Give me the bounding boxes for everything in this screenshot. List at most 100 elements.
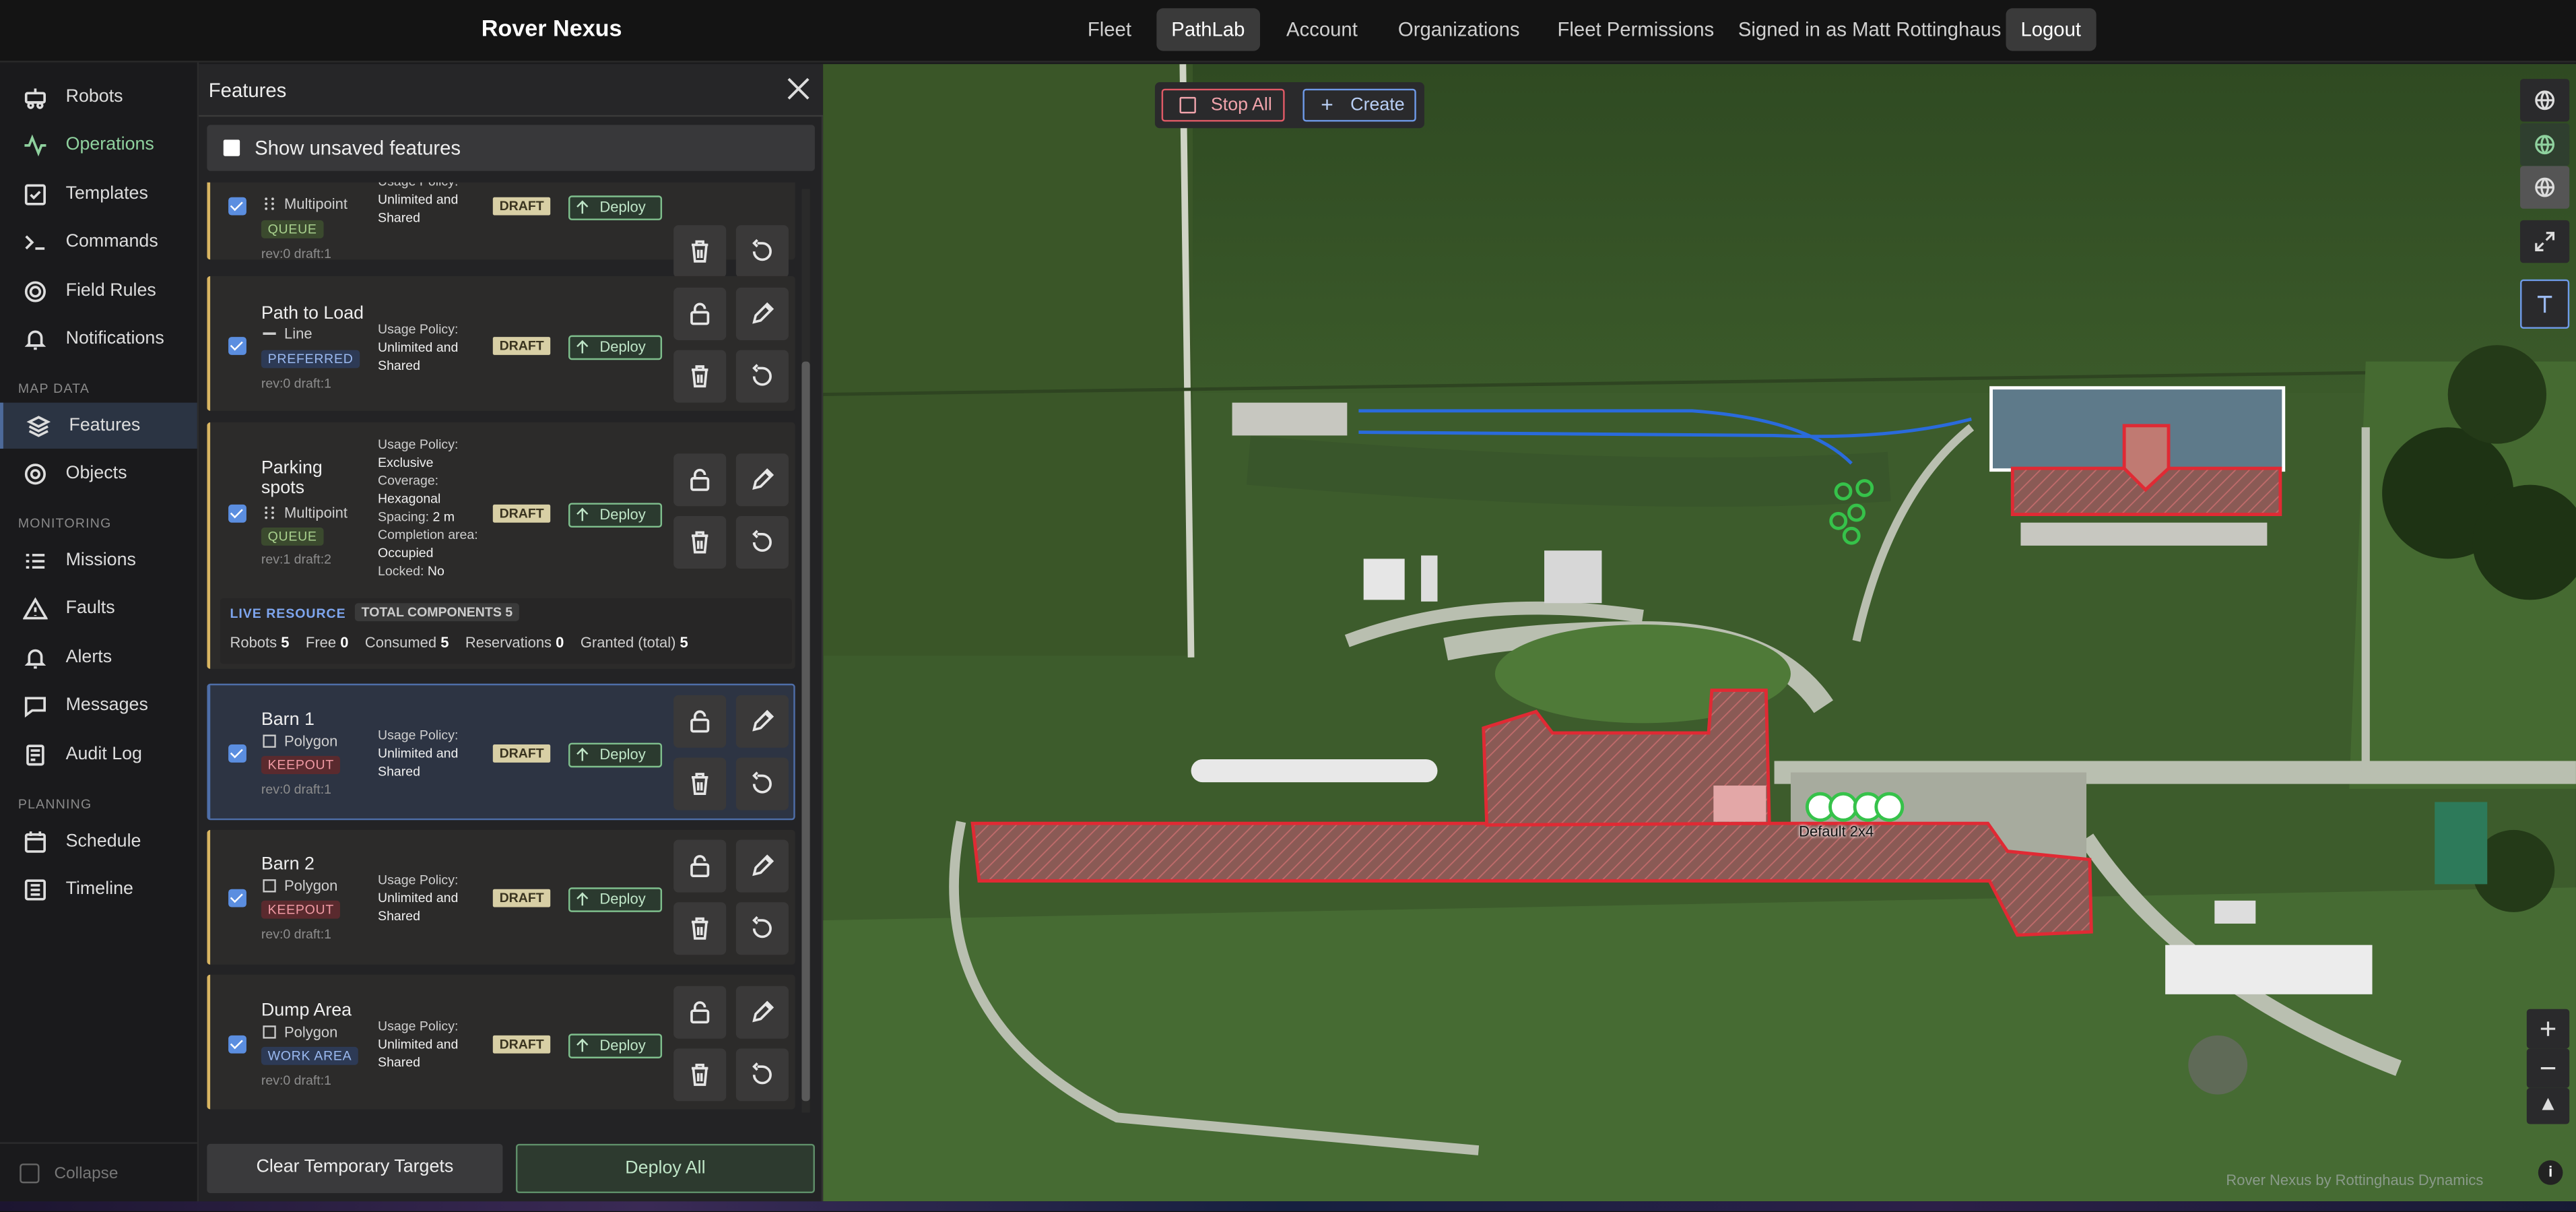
feature-list-scrollbar[interactable] <box>801 189 810 1113</box>
feature-checkbox[interactable] <box>228 744 246 763</box>
deploy-button[interactable]: Deploy <box>568 335 663 360</box>
map-view[interactable]: Default 2x4 <box>823 64 2576 1202</box>
nav-fleet[interactable]: Fleet <box>1073 8 1146 51</box>
show-unsaved-toggle[interactable]: Show unsaved features <box>207 125 815 171</box>
lock-button[interactable] <box>673 986 727 1039</box>
revert-button[interactable] <box>735 757 789 810</box>
show-unsaved-checkbox[interactable] <box>223 139 240 156</box>
lock-button[interactable] <box>673 287 727 340</box>
feature-checkbox[interactable] <box>228 337 246 355</box>
delete-button[interactable] <box>673 902 727 955</box>
log-icon <box>22 741 48 767</box>
compass-button[interactable] <box>2526 1087 2570 1124</box>
edit-button[interactable] <box>735 453 789 507</box>
revert-button[interactable] <box>735 902 789 955</box>
revert-button[interactable] <box>735 1048 789 1102</box>
lock-button[interactable] <box>673 695 727 748</box>
unlock-icon <box>690 302 710 325</box>
satellite-layer-button[interactable] <box>2520 123 2570 166</box>
collapse-button[interactable]: Collapse <box>20 1163 118 1184</box>
edit-button[interactable] <box>735 986 789 1039</box>
sidebar-item-label: Timeline <box>65 879 134 899</box>
features-panel: Features Show unsaved features Multipoin… <box>199 64 824 1202</box>
polygon-icon <box>263 879 276 893</box>
feature-name: Parking spots <box>261 458 323 499</box>
feature-card-4[interactable]: Barn 2 Polygon KEEPOUT rev:0 draft:1 Usa… <box>207 829 795 965</box>
sidebar-item-templates[interactable]: Templates <box>0 171 197 217</box>
sidebar-item-alerts[interactable]: Alerts <box>0 635 197 680</box>
stop-all-button[interactable]: Stop All <box>1161 88 1285 122</box>
trash-icon <box>691 365 708 388</box>
bell-icon <box>22 325 48 352</box>
delete-button[interactable] <box>673 225 727 278</box>
zoom-out-button[interactable] <box>2526 1048 2570 1088</box>
delete-button[interactable] <box>673 1048 727 1102</box>
usage-value: Unlimited and Shared <box>378 746 459 779</box>
feature-card-0[interactable]: Multipoint QUEUE rev:0 draft:1 Usage Pol… <box>207 182 795 278</box>
deploy-button[interactable]: Deploy <box>568 1033 663 1058</box>
usage-value: Unlimited and Shared <box>378 340 459 373</box>
sidebar-item-missions[interactable]: Missions <box>0 538 197 583</box>
revert-button[interactable] <box>735 350 789 403</box>
lock-button[interactable] <box>673 839 727 893</box>
info-icon[interactable]: i <box>2538 1160 2563 1185</box>
trash-icon <box>691 917 708 940</box>
sidebar-item-operations[interactable]: Operations <box>0 122 197 168</box>
sidebar-item-field-rules[interactable]: Field Rules <box>0 268 197 314</box>
sidebar-item-audit-log[interactable]: Audit Log <box>0 732 197 777</box>
sidebar-item-commands[interactable]: Commands <box>0 218 197 264</box>
revert-button[interactable] <box>735 225 789 278</box>
terrain-layer-button[interactable] <box>2520 166 2570 209</box>
feature-rev: rev:0 draft:1 <box>261 1073 331 1088</box>
sidebar-item-messages[interactable]: Messages <box>0 682 197 728</box>
lock-button[interactable] <box>673 453 727 507</box>
edit-button[interactable] <box>735 839 789 893</box>
nav-organizations[interactable]: Organizations <box>1383 8 1535 51</box>
feature-card-1[interactable]: Path to Load Line PREFERRED rev:0 draft:… <box>207 276 795 411</box>
feature-checkbox[interactable] <box>228 197 246 216</box>
delete-button[interactable] <box>673 757 727 810</box>
fullscreen-button[interactable] <box>2520 220 2570 263</box>
clear-temporary-targets-button[interactable]: Clear Temporary Targets <box>207 1143 503 1194</box>
feature-checkbox[interactable] <box>228 1035 246 1054</box>
scrollbar-thumb[interactable] <box>801 361 810 1102</box>
nav-account[interactable]: Account <box>1272 8 1373 51</box>
sidebar-item-robots[interactable]: Robots <box>0 74 197 120</box>
logout-button[interactable]: Logout <box>2006 8 2096 51</box>
basemap-button[interactable] <box>2520 79 2570 122</box>
create-button[interactable]: + Create <box>1302 88 1416 122</box>
zoom-in-button[interactable] <box>2526 1009 2570 1049</box>
feature-checkbox[interactable] <box>228 504 246 523</box>
sidebar-item-timeline[interactable]: Timeline <box>0 866 197 912</box>
sidebar-item-objects[interactable]: Objects <box>0 450 197 496</box>
feature-rev: rev:0 draft:1 <box>261 782 331 798</box>
feature-card-3[interactable]: Barn 1 Polygon KEEPOUT rev:0 draft:1 Usa… <box>207 683 795 821</box>
nav-fleet-permissions[interactable]: Fleet Permissions <box>1543 8 1729 51</box>
sidebar-item-faults[interactable]: Faults <box>0 585 197 631</box>
edit-button[interactable] <box>735 695 789 748</box>
delete-button[interactable] <box>673 350 727 403</box>
granted-value: 5 <box>680 634 688 651</box>
stop-icon <box>1179 96 1196 114</box>
feature-list[interactable]: Multipoint QUEUE rev:0 draft:1 Usage Pol… <box>207 182 803 1177</box>
deploy-button[interactable]: Deploy <box>568 503 663 528</box>
sidebar-item-features[interactable]: Features <box>0 402 197 449</box>
deploy-button[interactable]: Deploy <box>568 887 663 912</box>
feature-card-5[interactable]: Dump Area Polygon WORK AREA rev:0 draft:… <box>207 974 795 1110</box>
feature-policy: Usage Policy:Unlimited and Shared <box>378 183 496 227</box>
satellite-map[interactable] <box>823 64 2576 1202</box>
deploy-all-button[interactable]: Deploy All <box>515 1143 815 1194</box>
deploy-button[interactable]: Deploy <box>568 742 663 768</box>
close-icon[interactable] <box>784 74 814 104</box>
edit-button[interactable] <box>735 287 789 340</box>
delete-button[interactable] <box>673 515 727 569</box>
feature-type-label: Multipoint <box>284 504 348 521</box>
revert-button[interactable] <box>735 515 789 569</box>
deploy-button[interactable]: Deploy <box>568 195 663 220</box>
nav-pathlab[interactable]: PathLab <box>1156 8 1260 51</box>
sidebar-item-schedule[interactable]: Schedule <box>0 819 197 864</box>
sidebar-item-notifications[interactable]: Notifications <box>0 315 197 361</box>
feature-card-2[interactable]: Parking spots Multipoint QUEUE rev:1 dra… <box>207 422 795 669</box>
text-labels-button[interactable] <box>2520 279 2570 329</box>
feature-checkbox[interactable] <box>228 889 246 907</box>
